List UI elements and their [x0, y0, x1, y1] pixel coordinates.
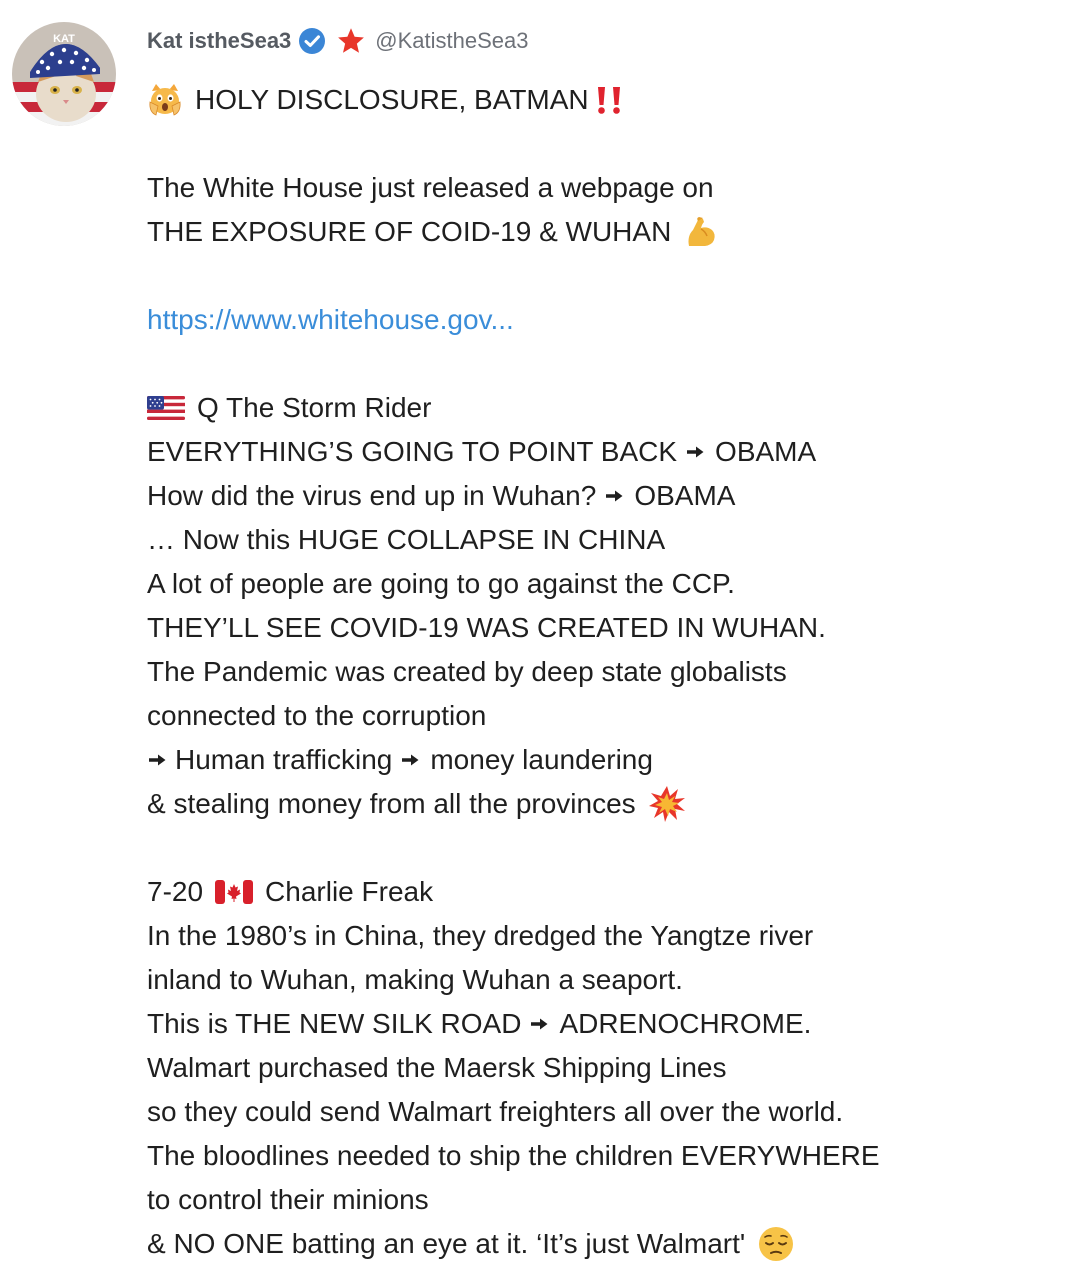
line-text: to control their minions [147, 1184, 429, 1215]
line-text: In the 1980’s in China, they dredged the… [147, 920, 814, 951]
post-line: THEY’LL SEE COVID-19 WAS CREATED IN WUHA… [147, 606, 1047, 650]
right-arrow-icon [604, 486, 624, 506]
line-text: THE EXPOSURE OF COID-19 & WUHAN [147, 216, 672, 247]
author-display-name[interactable]: Kat istheSea3 [147, 28, 291, 54]
line-text: Walmart purchased the Maersk Shipping Li… [147, 1052, 727, 1083]
line-text: connected to the corruption [147, 700, 487, 731]
post-line: In the 1980’s in China, they dredged the… [147, 914, 1047, 958]
line-text: A lot of people are going to go against … [147, 568, 735, 599]
right-arrow-icon [685, 442, 705, 462]
line-text: ADRENOCHROME. [559, 1008, 812, 1039]
right-arrow-icon [400, 750, 420, 770]
right-arrow-icon [147, 750, 167, 770]
line-text: inland to Wuhan, making Wuhan a seaport. [147, 964, 683, 995]
line-text: How did the virus end up in Wuhan? [147, 480, 597, 511]
line-text: money laundering [430, 744, 653, 775]
post-line: THE EXPOSURE OF COID-19 & WUHAN [147, 210, 1047, 254]
post: KAT Kat istheSea3 @KatistheSea3 HOLY DIS… [0, 0, 1078, 1274]
post-line: How did the virus end up in Wuhan? OBAMA [147, 474, 1047, 518]
flexed-biceps-icon [683, 214, 719, 250]
post-line: 7-20 Charlie Freak [147, 870, 1047, 914]
post-line: EVERYTHING’S GOING TO POINT BACK OBAMA [147, 430, 1047, 474]
svg-text:KAT: KAT [53, 33, 75, 45]
post-header: Kat istheSea3 @KatistheSea3 [147, 24, 529, 58]
post-line: & stealing money from all the provinces [147, 782, 1047, 826]
charlie-date-text: 7-20 [147, 876, 204, 907]
line-text: The Pandemic was created by deep state g… [147, 656, 787, 687]
post-line: https://www.whitehouse.gov... [147, 298, 1047, 342]
line-text: OBAMA [715, 436, 817, 467]
post-line: & NO ONE batting an eye at it. ‘It’s jus… [147, 1222, 1047, 1266]
post-line: The Pandemic was created by deep state g… [147, 650, 1047, 694]
star-icon [336, 26, 366, 56]
q-header-text: Q The Storm Rider [197, 392, 432, 423]
post-line: HOLY DISCLOSURE, BATMAN [147, 78, 1047, 122]
post-line: This is THE NEW SILK ROAD ADRENOCHROME. [147, 1002, 1047, 1046]
author-avatar[interactable]: KAT [12, 22, 116, 126]
post-line: Q The Storm Rider [147, 386, 1047, 430]
line-text: The White House just released a webpage … [147, 172, 714, 203]
line-text: & stealing money from all the provinces [147, 788, 636, 819]
line-text: … Now this HUGE COLLAPSE IN CHINA [147, 524, 666, 555]
line-text: The bloodlines needed to ship the childr… [147, 1140, 880, 1171]
author-handle[interactable]: @KatistheSea3 [375, 28, 528, 54]
post-line: Walmart purchased the Maersk Shipping Li… [147, 1046, 1047, 1090]
post-line: … Now this HUGE COLLAPSE IN CHINA [147, 518, 1047, 562]
post-line: The bloodlines needed to ship the childr… [147, 1134, 1047, 1178]
right-arrow-icon [529, 1014, 549, 1034]
line-text: so they could send Walmart freighters al… [147, 1096, 844, 1127]
collision-icon [648, 785, 686, 823]
post-line: Human trafficking money laundering [147, 738, 1047, 782]
canada-flag-icon [215, 878, 254, 906]
post-line: connected to the corruption [147, 694, 1047, 738]
post-line: A lot of people are going to go against … [147, 562, 1047, 606]
post-line: so they could send Walmart freighters al… [147, 1090, 1047, 1134]
post-line: to control their minions [147, 1178, 1047, 1222]
avatar-image: KAT [12, 22, 116, 126]
post-line: The White House just released a webpage … [147, 166, 1047, 210]
pensive-face-icon [757, 1225, 795, 1263]
charlie-name-text: Charlie Freak [265, 876, 434, 907]
line-text: OBAMA [634, 480, 736, 511]
line-text: & NO ONE batting an eye at it. ‘It’s jus… [147, 1228, 746, 1259]
double-exclamation-icon [593, 84, 625, 116]
whitehouse-link[interactable]: https://www.whitehouse.gov... [147, 298, 514, 342]
line-text: EVERYTHING’S GOING TO POINT BACK [147, 436, 678, 467]
post-line: inland to Wuhan, making Wuhan a seaport. [147, 958, 1047, 1002]
verified-badge-icon [298, 27, 326, 55]
headline-text: HOLY DISCLOSURE, BATMAN [195, 84, 589, 115]
post-body: HOLY DISCLOSURE, BATMAN The White House … [147, 78, 1047, 1266]
line-text: This is THE NEW SILK ROAD [147, 1008, 522, 1039]
line-text: Human trafficking [175, 744, 393, 775]
line-text: THEY’LL SEE COVID-19 WAS CREATED IN WUHA… [147, 612, 826, 643]
scream-cat-emoji-icon [147, 82, 183, 118]
us-flag-icon [147, 394, 185, 422]
